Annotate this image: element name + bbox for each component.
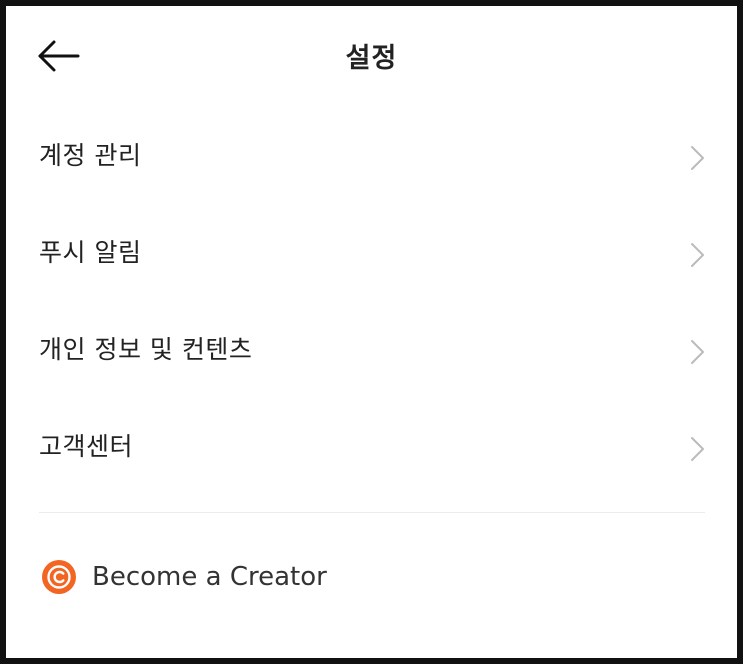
section-divider [39, 512, 705, 513]
header-bar: 설정 [6, 6, 737, 104]
menu-item-label: 푸시 알림 [39, 238, 142, 267]
become-creator-label: Become a Creator [92, 562, 327, 592]
become-creator-button[interactable]: Become a Creator [6, 546, 737, 610]
menu-item-label: 고객센터 [39, 432, 134, 461]
chevron-right-icon [691, 437, 704, 461]
chevron-right-icon [691, 340, 704, 364]
chevron-right-icon [691, 243, 704, 267]
menu-item-privacy-content[interactable]: 개인 정보 및 컨텐츠 [6, 302, 737, 399]
page-title: 설정 [345, 43, 398, 74]
menu-item-customer-center[interactable]: 고객센터 [6, 399, 737, 496]
settings-menu: 계정 관리 푸시 알림 개인 정보 및 컨텐츠 고객센터 [6, 108, 737, 496]
menu-item-label: 계정 관리 [39, 141, 142, 170]
menu-item-label: 개인 정보 및 컨텐츠 [39, 335, 253, 364]
creator-c-icon [42, 560, 76, 594]
settings-screen: 설정 계정 관리 푸시 알림 개인 정보 및 컨텐츠 고객센터 Become a… [6, 6, 737, 658]
menu-item-push-notifications[interactable]: 푸시 알림 [6, 205, 737, 302]
chevron-right-icon [691, 146, 704, 170]
menu-item-account[interactable]: 계정 관리 [6, 108, 737, 205]
